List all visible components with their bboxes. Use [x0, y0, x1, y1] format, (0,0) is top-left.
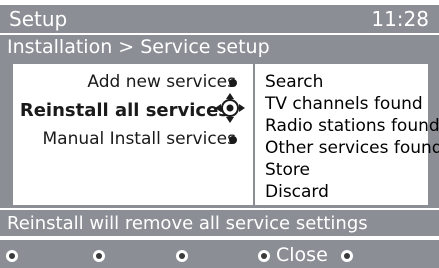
panel-divider — [253, 64, 255, 205]
setup-screen: Setup 11:28 Installation > Service setup… — [0, 0, 439, 268]
panel-frame: Add new services Reinstall all services … — [0, 61, 439, 208]
page-title: Setup — [9, 7, 68, 31]
softkey-5-dot-icon — [341, 250, 353, 262]
menu-item-add-new-services-bullet-icon — [229, 79, 237, 87]
info-bar: Reinstall will remove all service settin… — [0, 208, 439, 236]
navigation-cursor-icon — [215, 93, 245, 123]
option-search[interactable]: Search — [265, 72, 323, 92]
softkey-bar: Close — [0, 238, 439, 268]
menu-item-manual-install-services-bullet-icon — [229, 136, 237, 144]
option-tv-channels-found[interactable]: TV channels found — [265, 94, 423, 114]
softkey-3-dot-icon — [176, 250, 188, 262]
softkey-1-dot-icon — [6, 250, 18, 262]
option-store[interactable]: Store — [265, 160, 310, 180]
clock: 11:28 — [371, 7, 429, 31]
breadcrumb-text: Installation > Service setup — [7, 36, 270, 58]
option-radio-stations-found[interactable]: Radio stations found — [265, 116, 439, 136]
softkey-2-dot-icon — [93, 250, 105, 262]
menu-item-manual-install-services[interactable]: Manual Install services — [42, 129, 236, 149]
close-softkey-dot-icon — [258, 250, 270, 262]
close-softkey-label: Close — [276, 244, 328, 266]
option-other-services-found[interactable]: Other services found — [265, 138, 439, 158]
info-text: Reinstall will remove all service settin… — [7, 213, 368, 234]
menu-panel: Add new services Reinstall all services … — [13, 64, 439, 205]
menu-item-add-new-services[interactable]: Add new services — [87, 72, 236, 92]
menu-item-reinstall-all-services[interactable]: Reinstall all services — [20, 100, 229, 121]
title-bar: Setup 11:28 — [0, 5, 439, 33]
option-discard[interactable]: Discard — [265, 182, 329, 202]
breadcrumb: Installation > Service setup — [0, 35, 439, 61]
